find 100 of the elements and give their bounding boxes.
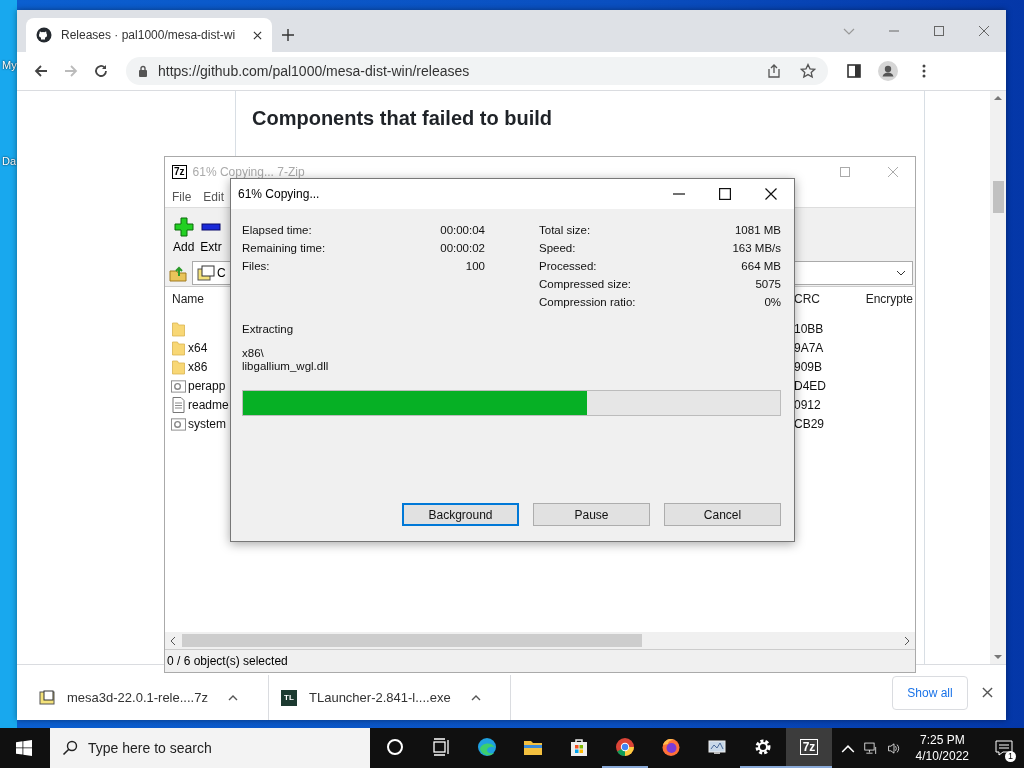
- app-logo-icon: 7z: [799, 739, 819, 755]
- side-panel-icon[interactable]: [846, 63, 862, 79]
- monitor-icon: [707, 737, 727, 757]
- back-arrow-icon[interactable]: [33, 63, 49, 79]
- maximize-icon[interactable]: [719, 188, 731, 200]
- download-item[interactable]: mesa3d-22.0.1-rele....7z: [37, 675, 269, 720]
- status-text: 0 / 6 object(s) selected: [167, 654, 288, 668]
- reload-icon[interactable]: [93, 63, 109, 79]
- share-icon[interactable]: [766, 63, 782, 79]
- table-cell-text: 0912: [793, 397, 822, 412]
- scroll-right-icon[interactable]: [904, 636, 910, 645]
- scrollbar[interactable]: [165, 632, 915, 649]
- file-name[interactable]: x64: [188, 340, 208, 355]
- file-path: libgallium_wgl.dll: [242, 360, 330, 373]
- file-name[interactable]: readme: [188, 397, 229, 412]
- download-item[interactable]: TL TLauncher-2.841-l....exe: [279, 675, 511, 720]
- browser-tab[interactable]: Releases · pal1000/mesa-dist-wi: [26, 18, 272, 52]
- app-logo-icon: TL: [281, 689, 297, 706]
- scrollbar[interactable]: [990, 91, 1006, 664]
- folder-icon: [171, 358, 186, 375]
- folder-icon: [171, 320, 186, 337]
- stat-label: Files:: [242, 260, 270, 272]
- scroll-down-icon[interactable]: [994, 654, 1002, 660]
- show-all-button[interactable]: Show all: [892, 675, 968, 710]
- table-cell-text: 9A7A: [793, 340, 825, 355]
- stat-label: Remaining time:: [242, 242, 326, 254]
- table-cell-text: CB29: [793, 416, 826, 431]
- window-title: 61% Copying... 7-Zip: [192, 165, 305, 179]
- file-path: x86\: [242, 347, 265, 360]
- toolbar-button[interactable]: Extr: [200, 217, 222, 254]
- file-name[interactable]: system: [188, 416, 226, 431]
- stat-value: 00:00:02: [440, 242, 485, 254]
- caret-icon[interactable]: [227, 694, 238, 701]
- wave-logo-icon: [477, 737, 497, 757]
- notifications-button[interactable]: 1: [984, 728, 1024, 768]
- text-file-icon: [171, 396, 186, 413]
- scroll-thumb[interactable]: [992, 181, 1004, 213]
- close-icon[interactable]: [253, 30, 262, 40]
- stat-value: 5075: [755, 278, 781, 290]
- notification-count: 1: [1005, 751, 1016, 762]
- scroll-up-icon[interactable]: [994, 95, 1002, 101]
- round-logo-icon: [615, 737, 635, 757]
- network-icon[interactable]: [863, 741, 878, 755]
- dialog-button[interactable]: Background: [402, 503, 519, 526]
- new-tab-icon[interactable]: [282, 29, 294, 41]
- stat-label: Speed:: [539, 242, 576, 254]
- shopping-bag-icon: [569, 737, 589, 757]
- app-logo-icon: 7z: [172, 165, 187, 179]
- taskbar-app[interactable]: 7z: [786, 728, 832, 768]
- profile-icon[interactable]: [878, 61, 898, 81]
- dialog-button[interactable]: Cancel: [664, 503, 781, 526]
- plus-icon: [173, 217, 194, 237]
- stat-label: Processed:: [539, 260, 597, 272]
- circle-icon: [385, 737, 405, 757]
- menu-item[interactable]: File: [172, 190, 192, 204]
- scroll-left-icon[interactable]: [170, 636, 176, 645]
- speaker-icon[interactable]: [886, 741, 901, 755]
- windows-start-icon[interactable]: [16, 740, 32, 756]
- section-heading: Components that failed to build: [252, 107, 553, 130]
- settings-file-icon: [171, 415, 186, 432]
- folder-icon: [171, 339, 186, 356]
- column-header[interactable]: Name: [165, 292, 227, 306]
- table-cell-text: 909B: [793, 359, 824, 374]
- fox-logo-icon: [661, 737, 681, 757]
- stat-value: 1081 MB: [734, 224, 781, 236]
- archive-file-icon: [39, 689, 55, 706]
- lock-icon: [138, 65, 148, 77]
- dialog-button[interactable]: Pause: [533, 503, 650, 526]
- stat-label: Compression ratio:: [539, 296, 636, 308]
- caret-icon[interactable]: [470, 694, 481, 701]
- scroll-thumb[interactable]: [182, 634, 642, 647]
- menu-item[interactable]: Edit: [203, 190, 225, 204]
- table-cell-text: 10BB: [793, 321, 825, 336]
- dropdown-icon[interactable]: [896, 270, 906, 276]
- column-header[interactable]: Encrypte: [860, 292, 915, 306]
- task-view-icon: [431, 737, 451, 757]
- close-icon[interactable]: [765, 188, 777, 200]
- stat-value: 00:00:04: [440, 224, 485, 236]
- folder-up-icon[interactable]: [169, 264, 187, 282]
- file-name[interactable]: x86: [188, 359, 208, 374]
- settings-file-icon: [171, 377, 186, 394]
- clock-time[interactable]: 7:25 PM: [919, 732, 965, 748]
- toolbar-button[interactable]: Add: [173, 217, 195, 254]
- cat-logo-icon: [36, 27, 52, 43]
- search-field[interactable]: Type here to search: [50, 728, 370, 768]
- clock-date[interactable]: 4/10/2022: [915, 748, 969, 764]
- stat-value: 100: [465, 260, 485, 272]
- stat-value: 664 MB: [741, 260, 781, 272]
- file-name[interactable]: perapp: [188, 378, 226, 393]
- stat-value: 163 MB/s: [732, 242, 781, 254]
- dialog-title: 61% Copying...: [238, 187, 320, 201]
- archive-file-icon: [197, 265, 215, 281]
- stat-value: 0%: [764, 296, 781, 308]
- action-label: Extracting: [242, 323, 295, 337]
- star-icon[interactable]: [800, 63, 816, 79]
- table-cell-text: D4ED: [793, 378, 827, 393]
- address-bar[interactable]: https://github.com/pal1000/mesa-dist-win/releases: [126, 57, 828, 85]
- column-header[interactable]: CRC: [792, 292, 860, 306]
- close-icon[interactable]: [982, 687, 993, 698]
- stat-label: Compressed size:: [539, 278, 632, 290]
